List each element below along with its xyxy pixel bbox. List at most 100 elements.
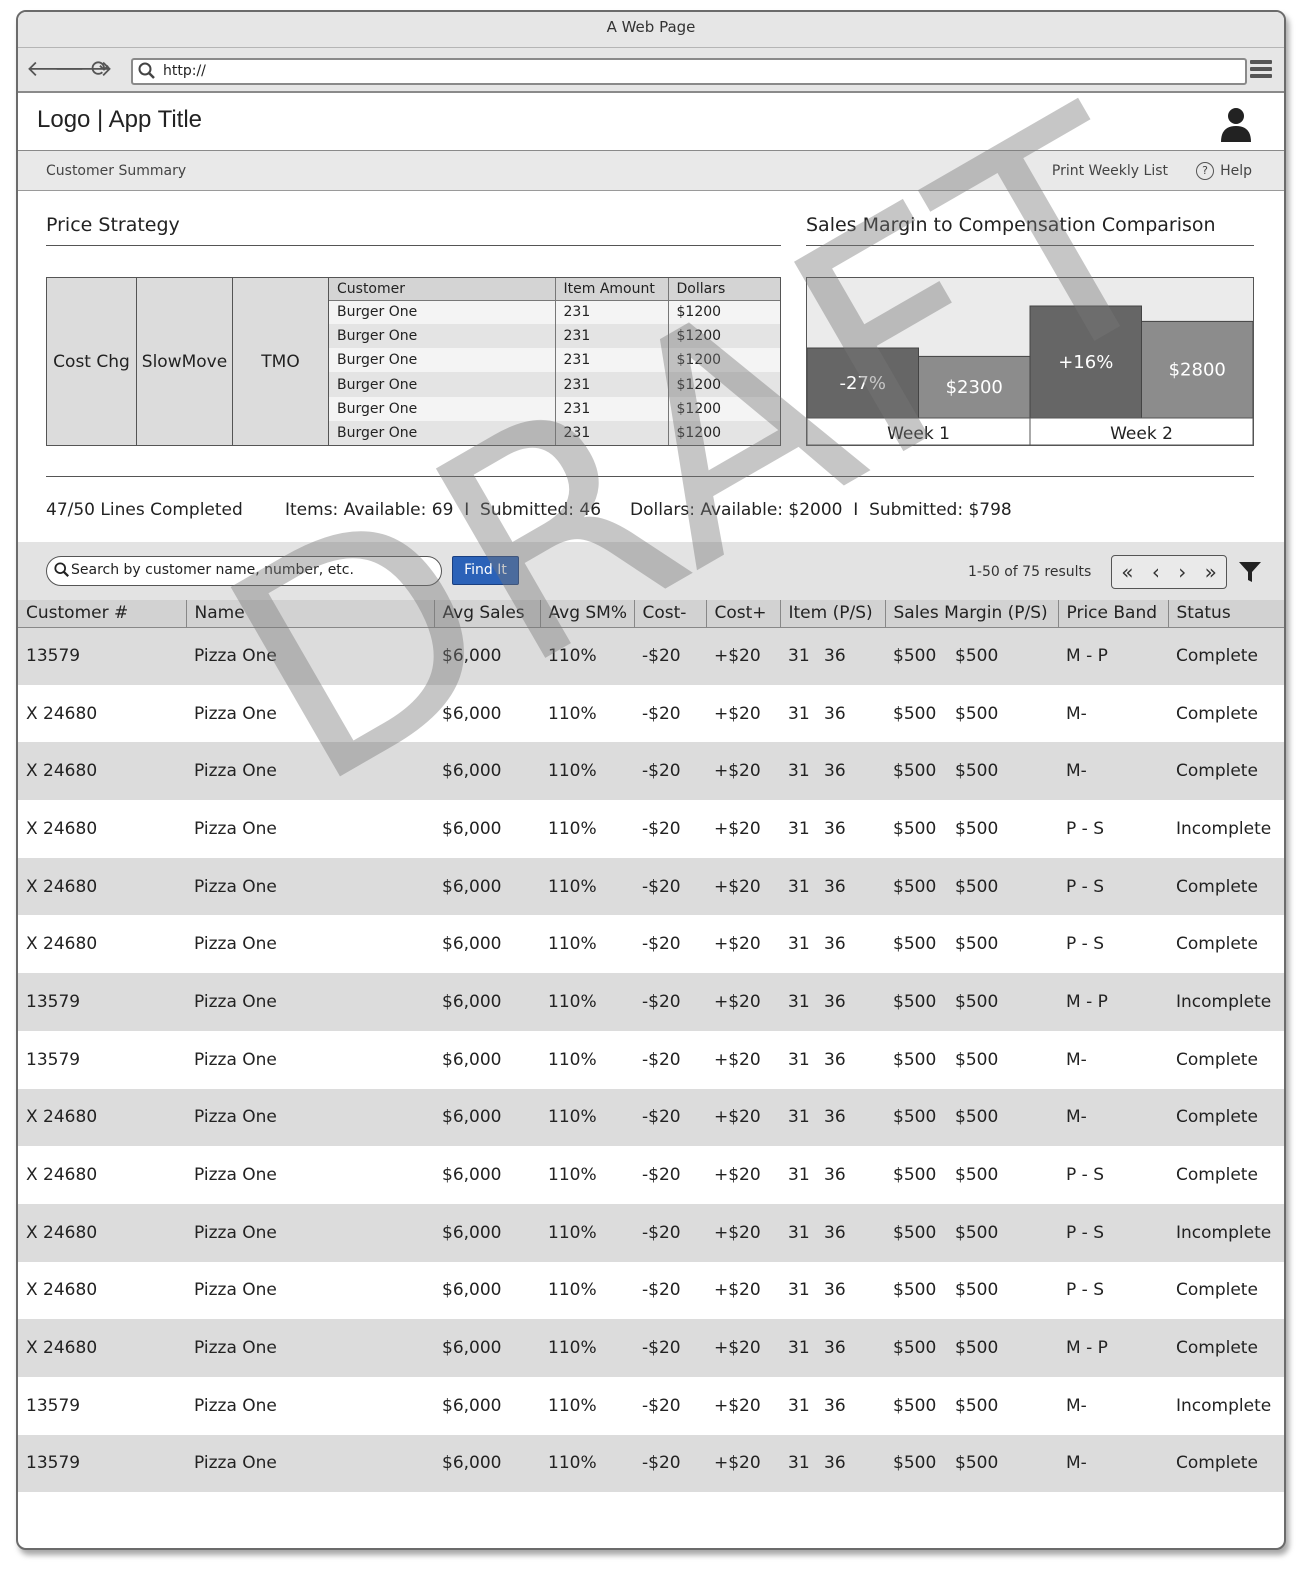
avg-sm-cell: 110% — [540, 1261, 634, 1320]
divider — [46, 476, 1254, 477]
avg-sales-cell: $6,000 — [434, 684, 540, 743]
customer-number-cell-text: 13579 — [26, 646, 81, 667]
item-s-value: 36 — [824, 646, 846, 667]
column-header-avg-sales[interactable]: Avg Sales — [433, 600, 540, 628]
user-avatar-icon[interactable] — [1218, 106, 1254, 142]
table-row[interactable]: X 24680 Pizza One $6,000 110% -$20 +$20 31 36 $5… — [18, 1146, 1284, 1204]
table-row[interactable]: Burger One 231 $1200 — [329, 396, 780, 421]
avg-sm-cell-text: 110% — [548, 876, 597, 897]
hamburger-menu-icon[interactable] — [1250, 60, 1272, 80]
sales-margin-s-value: $500 — [955, 703, 999, 724]
table-row[interactable]: X 24680 Pizza One $6,000 110% -$20 +$20 31 36 $5… — [18, 800, 1284, 858]
print-weekly-list-link[interactable]: Print Weekly List — [1052, 163, 1168, 179]
table-row[interactable]: X 24680 Pizza One $6,000 110% -$20 +$20 31 36 $5… — [18, 1203, 1284, 1262]
item-ps-cell: 31 36 — [780, 915, 885, 974]
status-text: Incomplete — [1176, 991, 1272, 1012]
customer-summary-link[interactable]: Customer Summary — [46, 163, 186, 179]
table-row[interactable]: 13579 Pizza One $6,000 110% -$20 +$20 31 36 $500… — [18, 627, 1284, 685]
avg-sales-cell: $6,000 — [434, 800, 540, 858]
filter-icon[interactable] — [1238, 560, 1262, 584]
column-header-customer-number[interactable]: Customer # — [18, 600, 186, 628]
price-band-cell: M- — [1058, 1434, 1168, 1493]
sales-margin-s-value: $500 — [955, 646, 999, 667]
cost-minus-cell: -$20 — [634, 1261, 706, 1320]
table-row[interactable]: 13579 Pizza One $6,000 110% -$20 +$20 31 36 $500… — [18, 1434, 1284, 1493]
price-band-text: P - S — [1066, 1222, 1104, 1243]
table-row[interactable]: X 24680 Pizza One $6,000 110% -$20 +$20 31 36 $5… — [18, 684, 1284, 743]
table-row[interactable]: Burger One 231 $1200 — [329, 348, 780, 373]
last-page-icon[interactable]: » — [1205, 560, 1217, 584]
window-title: A Web Page — [18, 12, 1284, 48]
table-row[interactable]: 13579 Pizza One $6,000 110% -$20 +$20 31 36 $500… — [18, 973, 1284, 1031]
avg-sales-cell: $6,000 — [434, 1376, 540, 1435]
search-placeholder: Search by customer name, number, etc. — [71, 562, 354, 578]
column-header-item-ps[interactable]: Item (P/S) — [779, 600, 885, 628]
avg-sales-cell: $6,000 — [434, 973, 540, 1031]
price-strategy-panel: Cost Chg SlowMove TMO Customer Item Amou… — [46, 277, 781, 446]
cost-plus-cell: +$20 — [706, 1261, 780, 1320]
column-header-status[interactable]: Status — [1167, 600, 1284, 628]
back-arrow-icon[interactable]: 🡐 — [26, 58, 85, 82]
cost-minus-cell-text: -$20 — [642, 1395, 681, 1416]
column-header-sales-margin-ps[interactable]: Sales Margin (P/S) — [884, 600, 1058, 628]
table-row[interactable]: Burger One 231 $1200 — [329, 324, 780, 349]
table-row[interactable]: X 24680 Pizza One $6,000 110% -$20 +$20 31 36 $5… — [18, 857, 1284, 916]
column-header-cost-minus[interactable]: Cost- — [633, 600, 706, 628]
table-row[interactable]: 13579 Pizza One $6,000 110% -$20 +$20 31 36 $500… — [18, 1030, 1284, 1089]
cost-minus-cell: -$20 — [634, 1030, 706, 1089]
table-row[interactable]: X 24680 Pizza One $6,000 110% -$20 +$20 31 36 $5… — [18, 1319, 1284, 1377]
help-label: Help — [1220, 163, 1252, 179]
table-row[interactable]: X 24680 Pizza One $6,000 110% -$20 +$20 31 36 $5… — [18, 1088, 1284, 1147]
avg-sm-cell: 110% — [540, 1376, 634, 1435]
item-ps-cell: 31 36 — [780, 627, 885, 685]
cost-plus-cell-text: +$20 — [714, 1222, 761, 1243]
item-ps-cell: 31 36 — [780, 857, 885, 916]
name-cell-text: Pizza One — [194, 1165, 277, 1186]
item-ps-cell: 31 36 — [780, 1088, 885, 1147]
divider — [806, 245, 1254, 246]
table-row[interactable]: Burger One 231 $1200 — [329, 420, 780, 445]
sales-margin-ps-cell: $500 $500 — [885, 627, 1058, 685]
table-row[interactable]: X 24680 Pizza One $6,000 110% -$20 +$20 31 36 $5… — [18, 1261, 1284, 1320]
url-input[interactable]: http:// — [131, 58, 1247, 85]
column-header-cost-plus[interactable]: Cost+ — [705, 600, 780, 628]
table-row[interactable]: Burger One 231 $1200 — [329, 300, 780, 325]
slowmove-label[interactable]: SlowMove — [137, 278, 233, 445]
cost-plus-cell-text: +$20 — [714, 1107, 761, 1128]
search-input[interactable]: Search by customer name, number, etc. — [46, 556, 442, 586]
table-row[interactable]: Burger One 231 $1200 — [329, 372, 780, 397]
cost-minus-cell: -$20 — [634, 1376, 706, 1435]
item-p-value: 31 — [788, 703, 810, 724]
first-page-icon[interactable]: « — [1121, 560, 1133, 584]
customer-number-cell: 13579 — [18, 627, 186, 685]
reload-icon[interactable]: ⟳ — [88, 58, 112, 82]
help-link[interactable]: ? Help — [1196, 162, 1252, 180]
forward-arrow-icon[interactable]: 🡒 — [54, 58, 113, 82]
cost-chg-label[interactable]: Cost Chg — [47, 278, 137, 445]
item-p-value: 31 — [788, 1453, 810, 1474]
address-bar: 🡐 🡒 ⟳ http:// — [18, 48, 1284, 93]
avg-sm-cell-text: 110% — [548, 646, 597, 667]
sales-margin-ps-cell: $500 $500 — [885, 915, 1058, 974]
find-it-button[interactable]: Find It — [452, 556, 519, 585]
table-row[interactable]: X 24680 Pizza One $6,000 110% -$20 +$20 31 36 $5… — [18, 742, 1284, 801]
cost-plus-cell-text: +$20 — [714, 1280, 761, 1301]
tmo-label[interactable]: TMO — [233, 278, 329, 445]
status-text: Complete — [1176, 1338, 1258, 1359]
cost-minus-cell-text: -$20 — [642, 646, 681, 667]
status-cell: Incomplete — [1168, 800, 1284, 858]
column-header-name[interactable]: Name — [185, 600, 434, 628]
customer-number-cell-text: X 24680 — [26, 876, 98, 897]
customer-number-cell-text: X 24680 — [26, 1338, 98, 1359]
avg-sales-cell: $6,000 — [434, 627, 540, 685]
table-row[interactable]: 13579 Pizza One $6,000 110% -$20 +$20 31 36 $500… — [18, 1376, 1284, 1435]
column-header-price-band[interactable]: Price Band — [1057, 600, 1168, 628]
prev-page-icon[interactable]: ‹ — [1152, 560, 1160, 584]
sales-margin-ps-cell: $500 $500 — [885, 1434, 1058, 1493]
cost-minus-cell: -$20 — [634, 1434, 706, 1493]
next-page-icon[interactable]: › — [1178, 560, 1186, 584]
table-row[interactable]: X 24680 Pizza One $6,000 110% -$20 +$20 31 36 $5… — [18, 915, 1284, 974]
name-cell-text: Pizza One — [194, 1107, 277, 1128]
item-p-value: 31 — [788, 876, 810, 897]
column-header-avg-sm[interactable]: Avg SM% — [539, 600, 634, 628]
